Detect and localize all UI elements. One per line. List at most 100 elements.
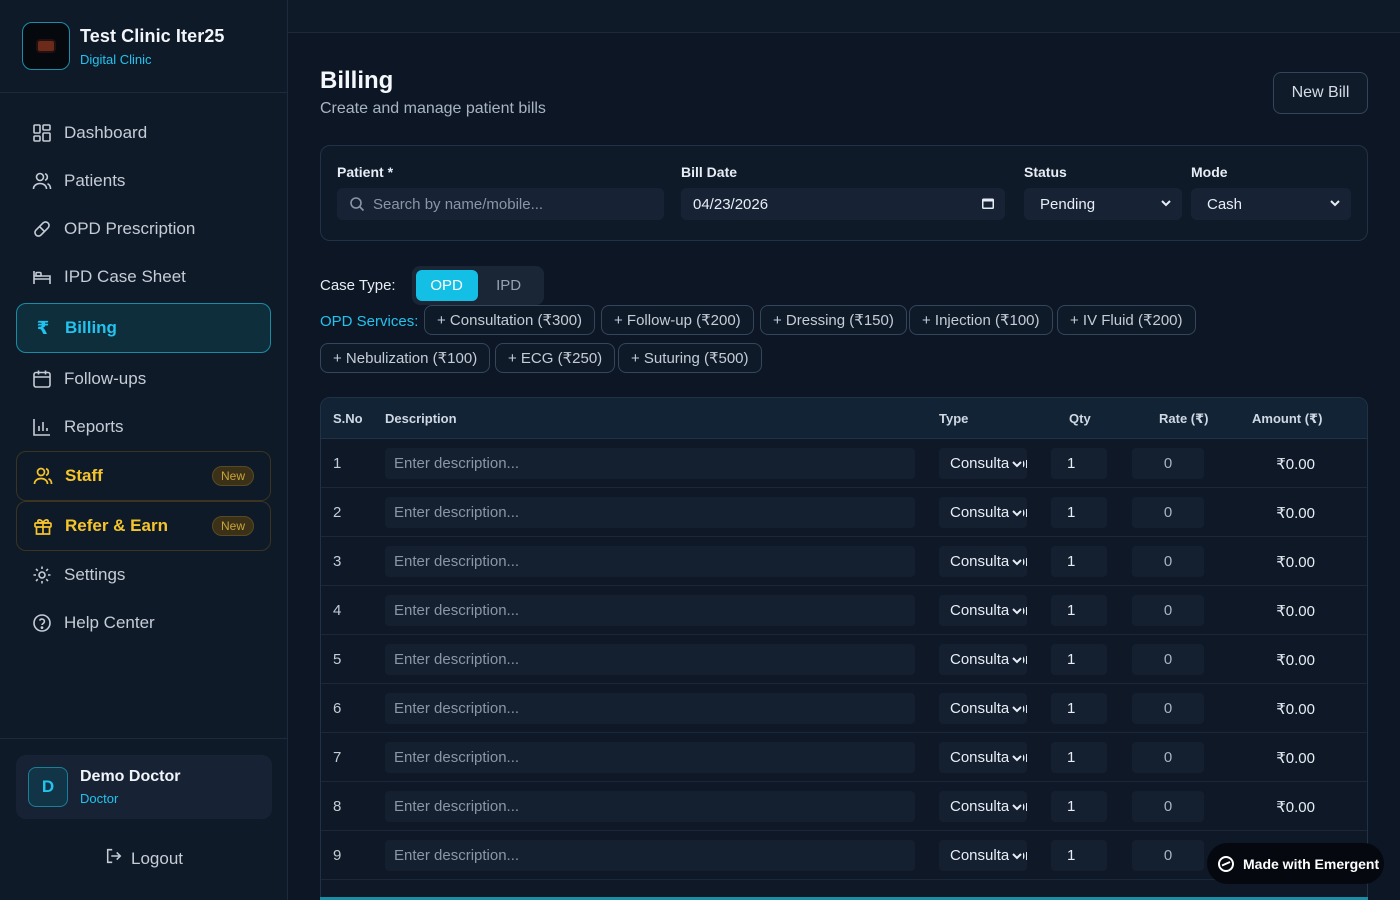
mode-select[interactable]: Cash bbox=[1191, 188, 1351, 220]
rate-input[interactable]: 0 bbox=[1132, 742, 1204, 773]
type-select[interactable]: Consultation bbox=[939, 448, 1027, 479]
sidebar-item-label: Staff bbox=[65, 466, 103, 485]
amount-value: ₹0.00 bbox=[1276, 750, 1315, 767]
rate-input[interactable]: 0 bbox=[1132, 693, 1204, 724]
description-input[interactable]: Enter description... bbox=[385, 791, 915, 822]
type-select[interactable]: Consultation bbox=[939, 595, 1027, 626]
emergent-logo-icon bbox=[1217, 855, 1235, 873]
type-select[interactable]: Consultation bbox=[939, 497, 1027, 528]
sidebar-item-opd-prescription[interactable]: OPD Prescription bbox=[16, 205, 271, 253]
table-body: 1 Enter description... Consultation 1 0 ₹0.00… bbox=[321, 439, 1367, 880]
qty-input[interactable]: 1 bbox=[1051, 693, 1107, 724]
service-chip-follow-up[interactable]: + Follow-up (₹200) bbox=[601, 305, 754, 335]
row-number: 9 bbox=[333, 847, 342, 864]
qty-input[interactable]: 1 bbox=[1051, 644, 1107, 675]
rupee-icon: ₹ bbox=[36, 317, 50, 338]
bill-date-value: 04/23/2026 bbox=[693, 195, 769, 213]
rate-input[interactable]: 0 bbox=[1132, 497, 1204, 528]
sidebar-item-settings[interactable]: Settings bbox=[16, 551, 271, 599]
description-input[interactable]: Enter description... bbox=[385, 644, 915, 675]
qty-input[interactable]: 1 bbox=[1051, 497, 1107, 528]
description-input[interactable]: Enter description... bbox=[385, 595, 915, 626]
sidebar-item-label: Settings bbox=[64, 565, 126, 584]
type-select[interactable]: Consultation bbox=[939, 644, 1027, 675]
rate-input[interactable]: 0 bbox=[1132, 840, 1204, 871]
service-chip-consultation[interactable]: + Consultation (₹300) bbox=[424, 305, 596, 335]
qty-input[interactable]: 1 bbox=[1051, 595, 1107, 626]
rate-input[interactable]: 0 bbox=[1132, 644, 1204, 675]
clinic-name: Test Clinic Iter25 bbox=[80, 25, 225, 46]
service-chip-ecg[interactable]: + ECG (₹250) bbox=[495, 343, 616, 373]
made-with-emergent-badge[interactable]: Made with Emergent bbox=[1207, 843, 1384, 884]
bill-date-input[interactable]: 04/23/2026 bbox=[681, 188, 1005, 220]
patient-search-input[interactable]: Search by name/mobile... bbox=[337, 188, 664, 220]
new-badge: New bbox=[211, 466, 254, 486]
case-type-ipd[interactable]: IPD bbox=[478, 270, 540, 301]
description-input[interactable]: Enter description... bbox=[385, 693, 915, 724]
description-input[interactable]: Enter description... bbox=[385, 448, 915, 479]
sidebar-item-dashboard[interactable]: Dashboard bbox=[16, 109, 271, 157]
chevron-down-icon bbox=[1329, 196, 1341, 213]
sidebar-item-patients[interactable]: Patients bbox=[16, 157, 271, 205]
chevron-down-icon bbox=[1009, 457, 1023, 474]
rate-input[interactable]: 0 bbox=[1132, 595, 1204, 626]
sidebar-item-ipd-case-sheet[interactable]: IPD Case Sheet bbox=[16, 253, 271, 301]
user-card[interactable]: D Demo Doctor Doctor bbox=[16, 755, 272, 819]
page-subtitle: Create and manage patient bills bbox=[320, 100, 546, 117]
mode-label: Mode bbox=[1191, 164, 1228, 180]
description-input[interactable]: Enter description... bbox=[385, 840, 915, 871]
service-chip-dressing[interactable]: + Dressing (₹150) bbox=[760, 305, 907, 335]
service-chip-injection[interactable]: + Injection (₹100) bbox=[909, 305, 1053, 335]
calendar-picker-icon[interactable] bbox=[981, 196, 995, 214]
case-type-toggle: OPD IPD bbox=[411, 265, 544, 305]
new-bill-button[interactable]: New Bill bbox=[1273, 72, 1368, 114]
qty-input[interactable]: 1 bbox=[1051, 448, 1107, 479]
help-icon bbox=[32, 613, 52, 633]
service-chip-nebulization[interactable]: + Nebulization (₹100) bbox=[320, 343, 491, 373]
type-select[interactable]: Consultation bbox=[939, 742, 1027, 773]
case-type-opd[interactable]: OPD bbox=[415, 269, 478, 301]
row-number: 2 bbox=[333, 504, 342, 521]
status-value: Pending bbox=[1040, 195, 1096, 213]
sidebar-item-help-center[interactable]: Help Center bbox=[16, 599, 271, 647]
chevron-down-icon bbox=[1009, 506, 1023, 523]
patient-search-placeholder: Search by name/mobile... bbox=[373, 195, 544, 213]
page-title: Billing bbox=[320, 67, 394, 94]
pill-icon bbox=[32, 219, 52, 239]
qty-input[interactable]: 1 bbox=[1051, 742, 1107, 773]
rate-input[interactable]: 0 bbox=[1132, 546, 1204, 577]
status-select[interactable]: Pending bbox=[1024, 188, 1182, 220]
amount-value: ₹0.00 bbox=[1276, 652, 1315, 669]
sidebar-nav: Dashboard Patients OPD Prescription IPD … bbox=[0, 93, 287, 647]
qty-input[interactable]: 1 bbox=[1051, 791, 1107, 822]
header-amount: Amount (₹) bbox=[1252, 411, 1323, 426]
amount-value: ₹0.00 bbox=[1276, 603, 1315, 620]
type-select[interactable]: Consultation bbox=[939, 546, 1027, 577]
sidebar-item-billing[interactable]: ₹ Billing bbox=[16, 303, 271, 353]
sidebar-item-label: Billing bbox=[65, 318, 117, 337]
rate-input[interactable]: 0 bbox=[1132, 448, 1204, 479]
services-label: OPD Services: bbox=[320, 313, 419, 330]
type-select[interactable]: Consultation bbox=[939, 693, 1027, 724]
brand-header[interactable]: Test Clinic Iter25 Digital Clinic bbox=[0, 0, 287, 93]
qty-input[interactable]: 1 bbox=[1051, 840, 1107, 871]
description-input[interactable]: Enter description... bbox=[385, 742, 915, 773]
service-chip-iv-fluid[interactable]: + IV Fluid (₹200) bbox=[1057, 305, 1196, 335]
rate-input[interactable]: 0 bbox=[1132, 791, 1204, 822]
user-area: D Demo Doctor Doctor Logout bbox=[0, 738, 288, 886]
row-number: 7 bbox=[333, 749, 342, 766]
clinic-logo bbox=[22, 22, 70, 70]
sidebar-item-reports[interactable]: Reports bbox=[16, 403, 271, 451]
logout-button[interactable]: Logout bbox=[16, 847, 272, 870]
sidebar-item-refer-earn[interactable]: Refer & Earn New bbox=[16, 501, 271, 551]
type-select[interactable]: Consultation bbox=[939, 840, 1027, 871]
type-select[interactable]: Consultation bbox=[939, 791, 1027, 822]
service-chip-suturing[interactable]: + Suturing (₹500) bbox=[618, 343, 762, 373]
sidebar-item-staff[interactable]: Staff New bbox=[16, 451, 271, 501]
row-number: 8 bbox=[333, 798, 342, 815]
sidebar-item-label: Follow-ups bbox=[64, 369, 147, 388]
description-input[interactable]: Enter description... bbox=[385, 497, 915, 528]
description-input[interactable]: Enter description... bbox=[385, 546, 915, 577]
qty-input[interactable]: 1 bbox=[1051, 546, 1107, 577]
sidebar-item-follow-ups[interactable]: Follow-ups bbox=[16, 355, 271, 403]
